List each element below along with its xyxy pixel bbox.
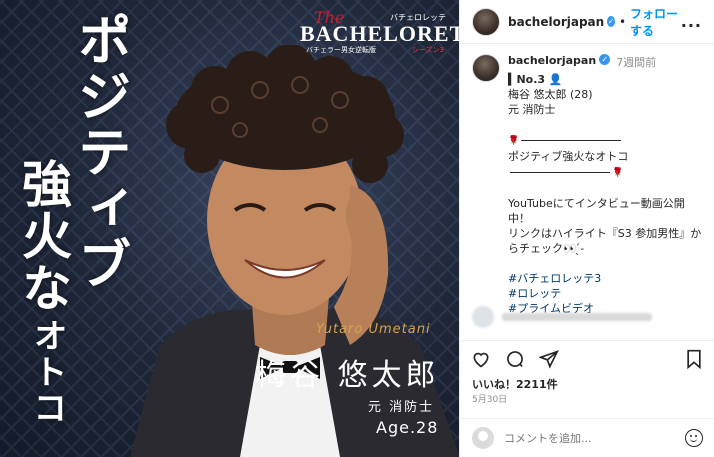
occupation-label: 元 消防士 [368,400,435,415]
verified-icon: ✓ [607,16,615,27]
avatar[interactable] [472,7,500,36]
likes-count[interactable]: いいね！2211件 [472,376,558,392]
logo-the: The [314,8,345,27]
user-avatar-icon [472,427,494,449]
comment-bar [460,418,714,457]
comment-icon[interactable] [504,348,526,370]
caption-occupation: 元 消防士 [508,103,556,116]
bookmark-icon[interactable] [683,348,705,370]
blurred-comment [472,306,702,328]
contestant-number: No.3 [516,73,546,86]
comment-input[interactable] [504,431,685,445]
caption-divider-bottom: 🌹 [508,164,703,181]
post-sidebar: bachelorjapan ✓ • フォローする ... bachelorjap… [459,0,714,457]
caption-promo-3: リンクはハイライト『S3 参加男性』か [508,227,702,240]
post-header: bachelorjapan ✓ • フォローする ... [460,0,714,44]
logo-sub-left: バチェラー男女逆転版 [306,46,376,54]
divider-line [510,171,610,173]
caption: bachelorjapan ✓ 7週間前 ▍No.3 👤 梅谷 悠太郎 (28)… [460,44,714,334]
heart-icon[interactable] [470,348,492,370]
caption-timestamp[interactable]: 7週間前 [616,54,656,70]
share-icon[interactable] [538,348,560,370]
caption-name: 梅谷 悠太郎 (28) [508,88,593,101]
post-image[interactable]: ポジティブ 強火な オトコ The バチェロレッテ BACHELORETTE バ… [0,0,459,457]
caption-divider-top: 🌹 [508,132,703,149]
comment-text-placeholder [502,313,652,321]
divider-line [521,139,622,141]
hashtag-link[interactable]: #ロレッテ [508,286,703,301]
vertical-title-positive: ポジティブ [68,12,132,292]
header-username[interactable]: bachelorjapan [508,15,604,29]
bachelorette-logo: The バチェロレッテ BACHELORETTE バチェラー男女逆転版 シーズン… [300,8,459,64]
caption-promo-4: らチェック👀 ̖́- [508,242,585,255]
name-english: Yutaro Umetani [316,322,431,337]
vertical-title-man: オトコ [27,318,67,426]
follow-button[interactable]: フォローする [630,5,681,39]
post-date[interactable]: 5月30日 [472,392,507,405]
action-bar [460,340,714,376]
rose-icon: 🌹 [508,136,520,146]
logo-subtitle: バチェラー男女逆転版 シーズン3 [300,45,450,55]
rose-icon: 🌹 [612,168,624,178]
caption-avatar[interactable] [472,54,500,82]
logo-season: シーズン3 [411,46,444,54]
caption-tagline: ポジティブ強火なオトコ [508,150,629,163]
more-options-icon[interactable]: ... [681,12,702,31]
caption-username[interactable]: bachelorjapan [508,54,596,67]
verified-icon: ✓ [599,54,611,65]
age-label: Age.28 [376,418,439,437]
caption-line: ▍No.3 👤 [508,73,563,86]
vertical-title-strong-fire: 強火な [14,158,73,314]
caption-body: ▍No.3 👤 梅谷 悠太郎 (28) 元 消防士 🌹 ポジティブ強火なオトコ … [508,72,703,316]
separator-dot: • [618,14,627,29]
caption-promo-2: 中！ [508,212,530,225]
caption-promo-1: YouTubeにてインタビュー動画公開 [508,197,685,210]
emoji-icon[interactable] [685,429,703,447]
person-icon: 👤 [548,73,563,86]
name-japanese: 梅谷 悠太郎 [256,358,440,393]
comment-avatar [472,306,494,328]
hashtag-link[interactable]: #バチェロレッテ3 [508,271,703,286]
